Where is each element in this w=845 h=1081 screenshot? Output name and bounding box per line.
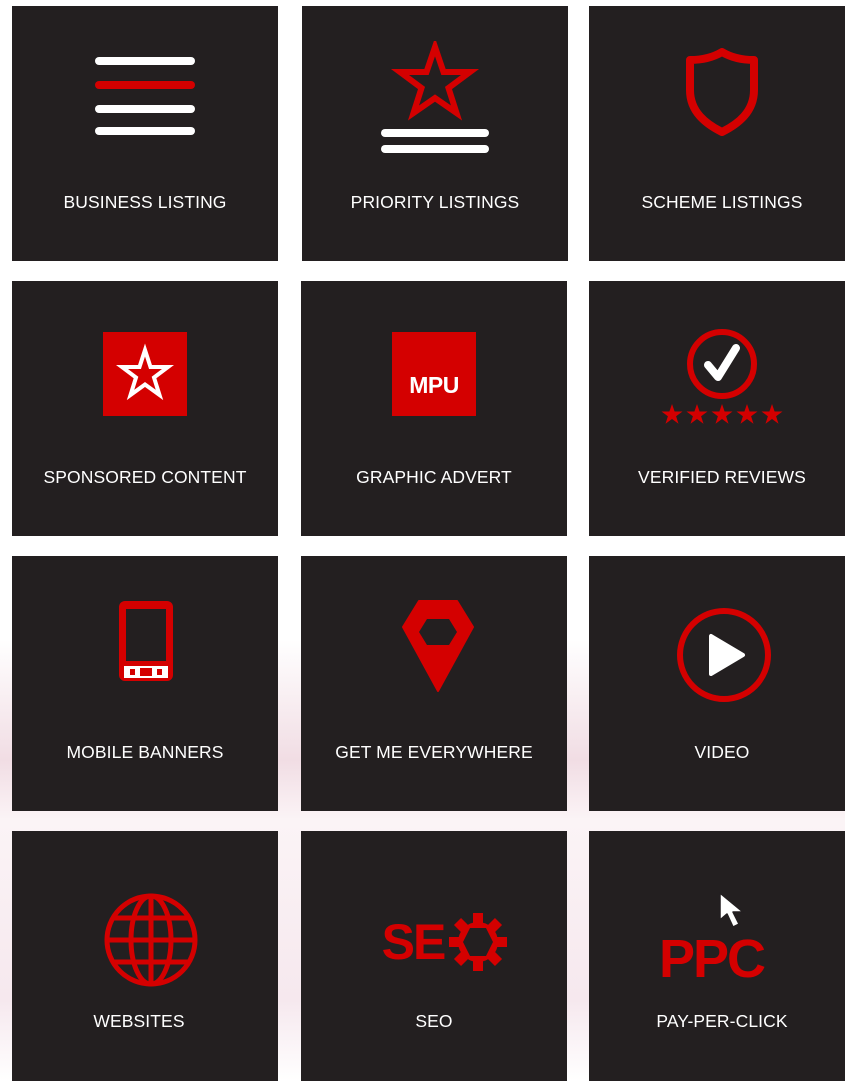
tile-label: GET ME EVERYWHERE [335, 742, 533, 762]
play-circle-icon [589, 556, 845, 740]
tile-label: WEBSITES [93, 1011, 185, 1031]
tile-priority-listings[interactable]: PRIORITY LISTINGS [302, 6, 568, 261]
star-square-icon [12, 289, 278, 459]
tile-label: SPONSORED CONTENT [43, 467, 247, 487]
seo-text: SE [381, 914, 447, 970]
tile-video[interactable]: VIDEO [589, 556, 845, 811]
list-lines-icon [12, 6, 278, 176]
tile-label: SCHEME LISTINGS [641, 192, 803, 212]
tile-label: VIDEO [694, 742, 750, 762]
tile-pay-per-click[interactable]: PPC PAY-PER-CLICK [589, 831, 845, 1081]
shield-icon [589, 6, 845, 176]
tile-mobile-banners[interactable]: MOBILE BANNERS [12, 556, 278, 811]
tile-label: VERIFIED REVIEWS [638, 467, 806, 487]
tile-scheme-listings[interactable]: SCHEME LISTINGS [589, 6, 845, 261]
star-over-lines-icon [302, 6, 568, 186]
tile-graphic-advert[interactable]: MPU GRAPHIC ADVERT [301, 281, 567, 536]
tile-label: MOBILE BANNERS [66, 742, 224, 762]
mpu-text: MPU [409, 371, 459, 398]
tile-label: BUSINESS LISTING [63, 192, 227, 212]
mobile-phone-icon [12, 556, 278, 726]
tile-verified-reviews[interactable]: VERIFIED REVIEWS [589, 281, 845, 536]
tile-get-me-everywhere[interactable]: GET ME EVERYWHERE [301, 556, 567, 811]
ppc-text: PPC [659, 929, 766, 989]
tile-label: PRIORITY LISTINGS [350, 192, 520, 212]
tile-websites[interactable]: WEBSITES [12, 831, 278, 1081]
tile-label: SEO [415, 1011, 453, 1031]
tile-label: GRAPHIC ADVERT [356, 467, 512, 487]
map-pin-icon [301, 556, 567, 730]
ppc-cursor-icon: PPC [589, 831, 845, 1027]
tile-sponsored-content[interactable]: SPONSORED CONTENT [12, 281, 278, 536]
seo-gear-icon: SE [301, 831, 567, 1027]
cursor-arrow-icon [719, 892, 744, 928]
tile-seo[interactable]: SE SEO [301, 831, 567, 1081]
globe-icon [12, 831, 278, 1025]
tile-label: PAY-PER-CLICK [656, 1011, 788, 1031]
tile-business-listing[interactable]: BUSINESS LISTING [12, 6, 278, 261]
check-circle-stars-icon [589, 281, 845, 463]
mpu-icon: MPU [301, 289, 567, 459]
